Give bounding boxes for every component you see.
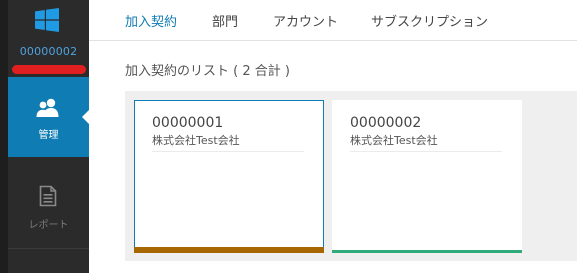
nav-item-report-label: レポート	[28, 220, 69, 231]
report-document-icon	[39, 185, 57, 207]
card-company-name: 株式会社Test会社	[152, 134, 240, 147]
subscription-card[interactable]: 00000002 株式会社Test会社	[332, 100, 522, 253]
card-panel: 00000001 株式会社Test会社 00000002 株式会社Test会社	[125, 91, 577, 261]
card-divider	[350, 151, 502, 152]
rail-divider	[8, 248, 89, 249]
active-pointer	[82, 109, 90, 125]
card-id: 00000002	[350, 115, 422, 131]
tab-divider	[89, 40, 577, 41]
nav-item-manage[interactable]: 管理	[8, 77, 90, 157]
card-accent-bar	[332, 250, 522, 253]
list-title: 加入契約のリスト ( 2 合計 )	[125, 64, 290, 79]
card-id: 00000001	[152, 115, 224, 131]
tab-subscription-plans[interactable]: サブスクリプション	[371, 11, 488, 30]
rail-edge-strip	[0, 0, 8, 273]
card-company-name: 株式会社Test会社	[350, 134, 438, 147]
tab-subscriptions[interactable]: 加入契約	[125, 11, 177, 30]
tab-accounts[interactable]: アカウント	[273, 11, 338, 30]
redaction-mark	[12, 65, 86, 74]
tab-departments[interactable]: 部門	[212, 11, 238, 30]
nav-item-report[interactable]: レポート	[8, 173, 89, 248]
card-accent-bar	[134, 247, 324, 253]
left-navigation-rail: 00000002 管理 レポート	[0, 0, 90, 273]
users-icon	[36, 98, 59, 117]
account-id[interactable]: 00000002	[8, 45, 89, 58]
card-divider	[152, 151, 304, 152]
windows-logo-icon[interactable]	[35, 8, 59, 32]
subscription-card[interactable]: 00000001 株式会社Test会社	[134, 100, 324, 253]
nav-item-manage-label: 管理	[38, 130, 59, 141]
